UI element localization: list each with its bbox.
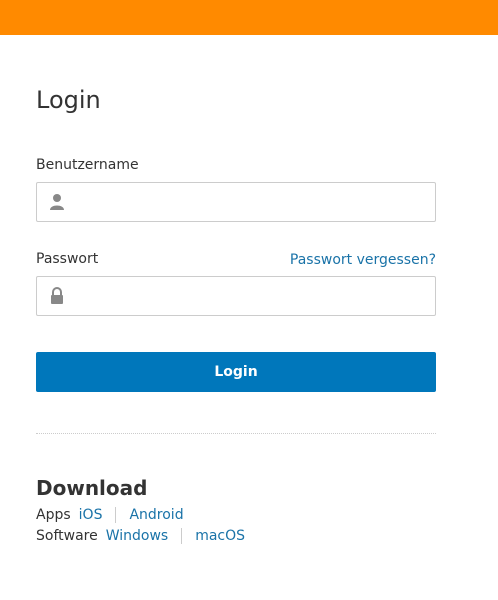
apps-download-row: Apps iOS Android xyxy=(36,506,184,524)
link-separator xyxy=(115,507,117,523)
software-label: Software xyxy=(36,528,98,544)
password-input[interactable] xyxy=(73,277,429,315)
ios-link[interactable]: iOS xyxy=(79,507,103,523)
macos-link[interactable]: macOS xyxy=(195,528,245,544)
forgot-password-link[interactable]: Passwort vergessen? xyxy=(290,251,436,269)
lock-icon xyxy=(51,287,63,304)
username-input[interactable] xyxy=(73,183,429,221)
windows-link[interactable]: Windows xyxy=(106,528,169,544)
link-separator xyxy=(181,528,183,544)
user-icon xyxy=(50,194,64,210)
software-download-row: Software Windows macOS xyxy=(36,527,245,545)
password-field[interactable] xyxy=(36,276,436,316)
apps-label: Apps xyxy=(36,507,71,523)
section-divider xyxy=(36,433,436,434)
login-title: Login xyxy=(36,86,101,114)
password-label: Passwort xyxy=(36,251,99,267)
download-title: Download xyxy=(36,476,148,500)
username-field[interactable] xyxy=(36,182,436,222)
username-label: Benutzername xyxy=(36,157,139,173)
login-button[interactable]: Login xyxy=(36,352,436,392)
top-header-bar xyxy=(0,0,498,35)
android-link[interactable]: Android xyxy=(129,507,183,523)
